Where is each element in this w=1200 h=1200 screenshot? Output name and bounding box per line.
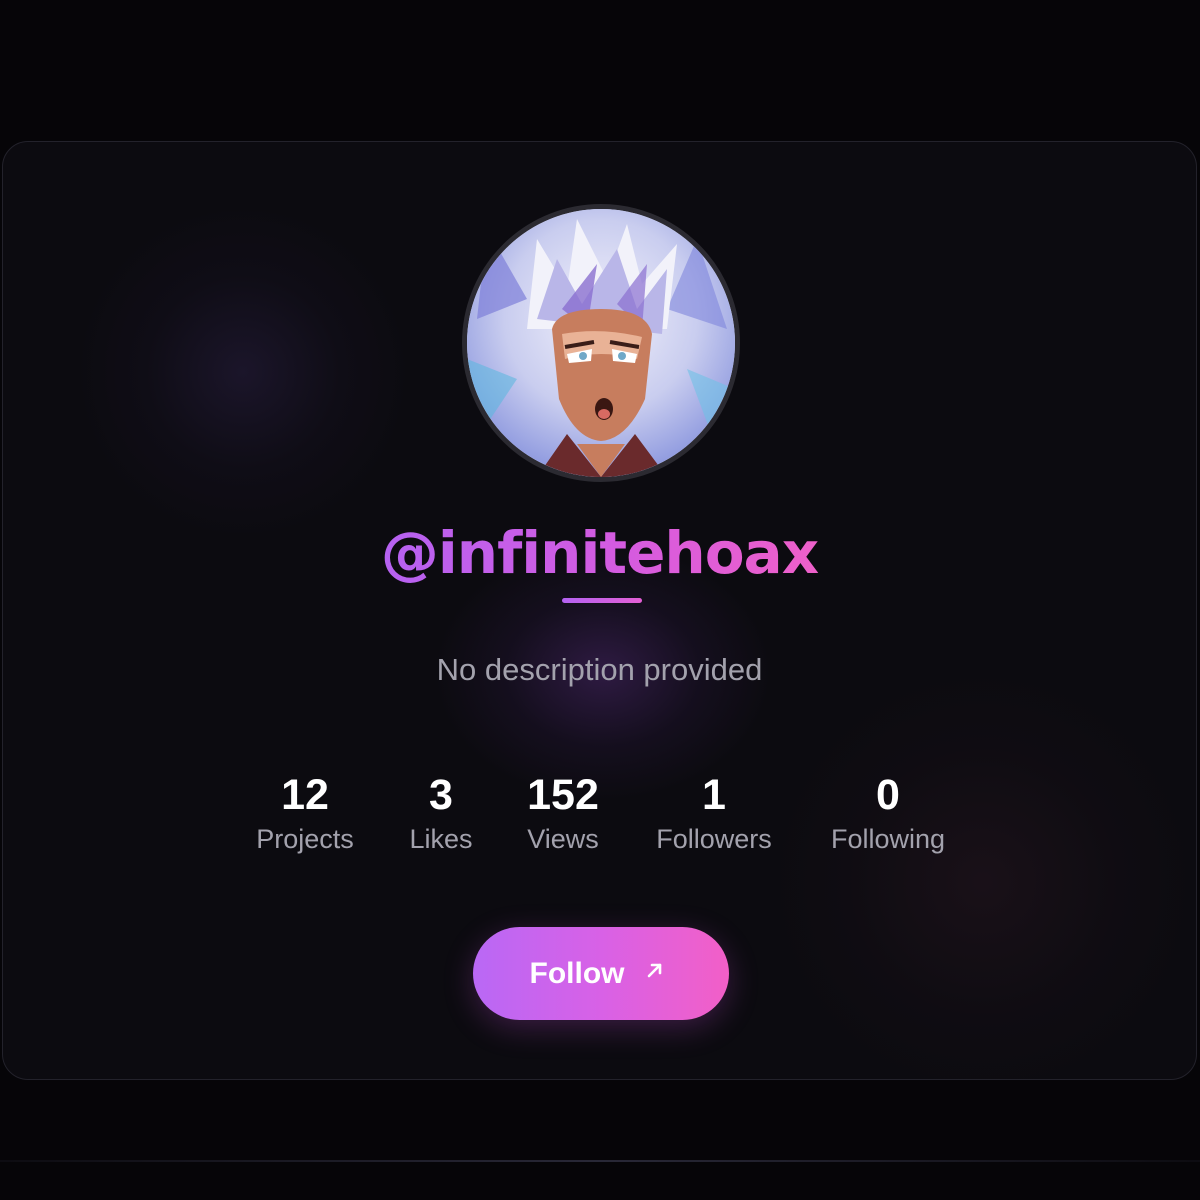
stat-label: Projects [256,824,354,854]
stat-label: Views [527,824,599,854]
profile-card: @infinitehoax No description provided 12… [2,141,1197,1080]
background-glow-right [763,662,1196,1079]
stat-value: 152 [527,771,599,819]
username: @infinitehoax [370,517,830,589]
stat-views[interactable]: 152 Views [527,770,599,856]
follow-button-label: Follow [529,956,625,990]
stat-following[interactable]: 0 Following [831,770,945,856]
bottom-divider [0,1160,1200,1162]
avatar-image [467,209,735,477]
follow-button[interactable]: Follow [473,927,729,1020]
stat-label: Likes [409,824,473,854]
stat-followers[interactable]: 1 Followers [656,770,772,856]
stat-value: 0 [876,771,900,819]
stat-projects[interactable]: 12 Projects [256,770,354,856]
username-underline [562,598,642,603]
avatar[interactable] [462,204,740,482]
stat-value: 12 [281,771,329,819]
arrow-up-right-icon [648,963,662,977]
stat-value: 1 [702,771,726,819]
stat-label: Following [830,824,946,854]
stat-label: Followers [656,824,772,854]
background-glow-left [73,202,413,542]
stat-value: 3 [429,771,453,819]
stat-likes[interactable]: 3 Likes [409,770,472,856]
page: @infinitehoax No description provided 12… [0,0,1200,1200]
profile-description: No description provided [436,652,763,687]
